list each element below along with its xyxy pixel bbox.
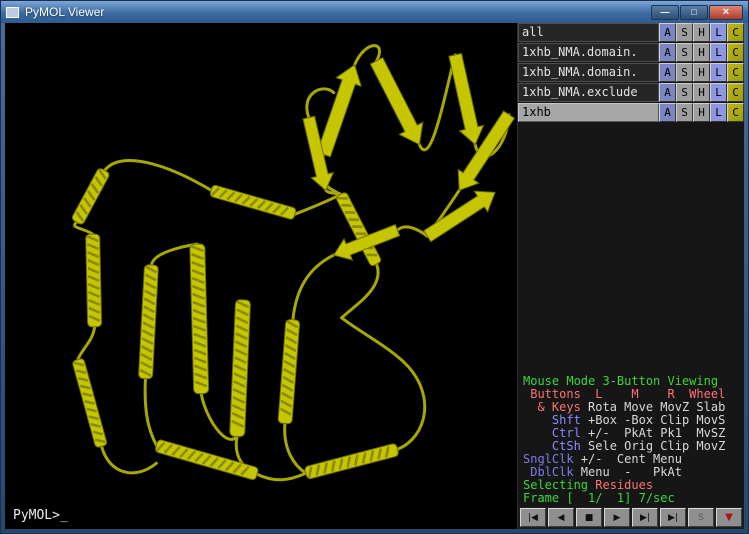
mouse-panel-text: SnglClk xyxy=(523,452,581,466)
object-name[interactable]: 1xhb_NMA.domain. xyxy=(518,43,659,62)
app-icon xyxy=(6,7,19,18)
mouse-panel-text: Menu - PkAt xyxy=(581,465,682,479)
object-name[interactable]: 1xhb_NMA.domain. xyxy=(518,63,659,82)
show-button[interactable]: S xyxy=(676,23,693,42)
mouse-panel-text: +/- Cent Menu xyxy=(581,452,682,466)
object-buttons: ASHLC xyxy=(659,23,744,42)
color-button[interactable]: C xyxy=(727,23,744,42)
mouse-panel-text: Shft xyxy=(523,413,588,427)
step-forward-button[interactable]: ▶| xyxy=(632,508,658,527)
window-title: PyMOL Viewer xyxy=(25,5,104,19)
label-button[interactable]: L xyxy=(710,43,727,62)
hide-button[interactable]: H xyxy=(693,103,710,122)
show-button[interactable]: S xyxy=(676,63,693,82)
action-button[interactable]: A xyxy=(659,63,676,82)
scene-button[interactable]: S xyxy=(688,508,714,527)
hide-button[interactable]: H xyxy=(693,23,710,42)
object-buttons: ASHLC xyxy=(659,43,744,62)
close-button[interactable]: × xyxy=(709,5,743,20)
label-button[interactable]: L xyxy=(710,83,727,102)
internal-gui-panel: allASHLC1xhb_NMA.domain.ASHLC1xhb_NMA.do… xyxy=(517,23,744,529)
protein-cartoon xyxy=(5,23,517,529)
object-row: 1xhb_NMA.domain.ASHLC xyxy=(518,43,744,62)
minimize-button[interactable]: — xyxy=(651,5,679,20)
color-button[interactable]: C xyxy=(727,103,744,122)
mouse-panel-text: +Box -Box Clip MovS xyxy=(588,413,725,427)
mouse-panel-text: +/- PkAt Pk1 MvSZ xyxy=(588,426,725,440)
mouse-panel-text: & Keys xyxy=(523,400,588,414)
action-button[interactable]: A xyxy=(659,23,676,42)
object-row: 1xhb_NMA.domain.ASHLC xyxy=(518,63,744,82)
mouse-panel-text: L M R Wheel xyxy=(595,387,725,401)
titlebar[interactable]: PyMOL Viewer — □ × xyxy=(1,1,748,23)
mouse-mode-panel: Mouse Mode 3-Button Viewing Buttons L M … xyxy=(518,373,744,507)
go-to-start-button[interactable]: |◀ xyxy=(520,508,546,527)
mouse-panel-text: Rota Move MovZ Slab xyxy=(588,400,725,414)
window-controls: — □ × xyxy=(651,5,743,20)
action-button[interactable]: A xyxy=(659,43,676,62)
color-button[interactable]: C xyxy=(727,63,744,82)
color-button[interactable]: C xyxy=(727,43,744,62)
action-button[interactable]: A xyxy=(659,83,676,102)
show-button[interactable]: S xyxy=(676,83,693,102)
object-buttons: ASHLC xyxy=(659,83,744,102)
mouse-panel-text: Buttons xyxy=(523,387,595,401)
stop-button[interactable]: ■ xyxy=(576,508,602,527)
panel-spacer xyxy=(518,123,744,373)
hide-button[interactable]: H xyxy=(693,83,710,102)
object-row: allASHLC xyxy=(518,23,744,42)
object-name[interactable]: 1xhb_NMA.exclude xyxy=(518,83,659,102)
color-button[interactable]: C xyxy=(727,83,744,102)
object-name[interactable]: all xyxy=(518,23,659,42)
object-list: allASHLC1xhb_NMA.domain.ASHLC1xhb_NMA.do… xyxy=(518,23,744,123)
viewport-3d[interactable]: PyMOL>_ xyxy=(5,23,517,529)
play-button[interactable]: ▶ xyxy=(604,508,630,527)
object-buttons: ASHLC xyxy=(659,63,744,82)
movie-controls: |◀◀■▶▶|▶|S▼ xyxy=(518,507,744,529)
show-button[interactable]: S xyxy=(676,43,693,62)
command-prompt[interactable]: PyMOL>_ xyxy=(13,508,68,523)
mouse-panel-text: Selecting xyxy=(523,478,595,492)
go-to-end-button[interactable]: ▶| xyxy=(660,508,686,527)
object-row: 1xhbASHLC xyxy=(518,103,744,122)
label-button[interactable]: L xyxy=(710,103,727,122)
step-back-button[interactable]: ◀ xyxy=(548,508,574,527)
maximize-button[interactable]: □ xyxy=(680,5,708,20)
show-button[interactable]: S xyxy=(676,103,693,122)
window-content: PyMOL>_ allASHLC1xhb_NMA.domain.ASHLC1xh… xyxy=(1,23,748,533)
mouse-panel-text: DblClk xyxy=(523,465,581,479)
object-row: 1xhb_NMA.excludeASHLC xyxy=(518,83,744,102)
mouse-panel-text: Mouse Mode xyxy=(523,374,602,388)
mouse-panel-text: Ctrl xyxy=(523,426,588,440)
mouse-panel-text: 3-Button Viewing xyxy=(602,374,718,388)
label-button[interactable]: L xyxy=(710,63,727,82)
action-button[interactable]: A xyxy=(659,103,676,122)
hide-button[interactable]: H xyxy=(693,43,710,62)
mouse-panel-text: CtSh xyxy=(523,439,588,453)
mouse-panel-text: Frame [ 1/ 1] 7/sec xyxy=(523,491,675,505)
label-button[interactable]: L xyxy=(710,23,727,42)
mouse-panel-text: Residues xyxy=(595,478,653,492)
hide-button[interactable]: H xyxy=(693,63,710,82)
mouse-panel-text: Sele Orig Clip MovZ xyxy=(588,439,725,453)
pymol-window: PyMOL Viewer — □ × PyMOL>_ allASHLC1xhb_… xyxy=(0,0,749,534)
object-name[interactable]: 1xhb xyxy=(518,103,659,122)
fullscreen-button[interactable]: ▼ xyxy=(716,508,742,527)
object-buttons: ASHLC xyxy=(659,103,744,122)
mouse-panel-line[interactable]: Frame [ 1/ 1] 7/sec xyxy=(523,492,742,505)
